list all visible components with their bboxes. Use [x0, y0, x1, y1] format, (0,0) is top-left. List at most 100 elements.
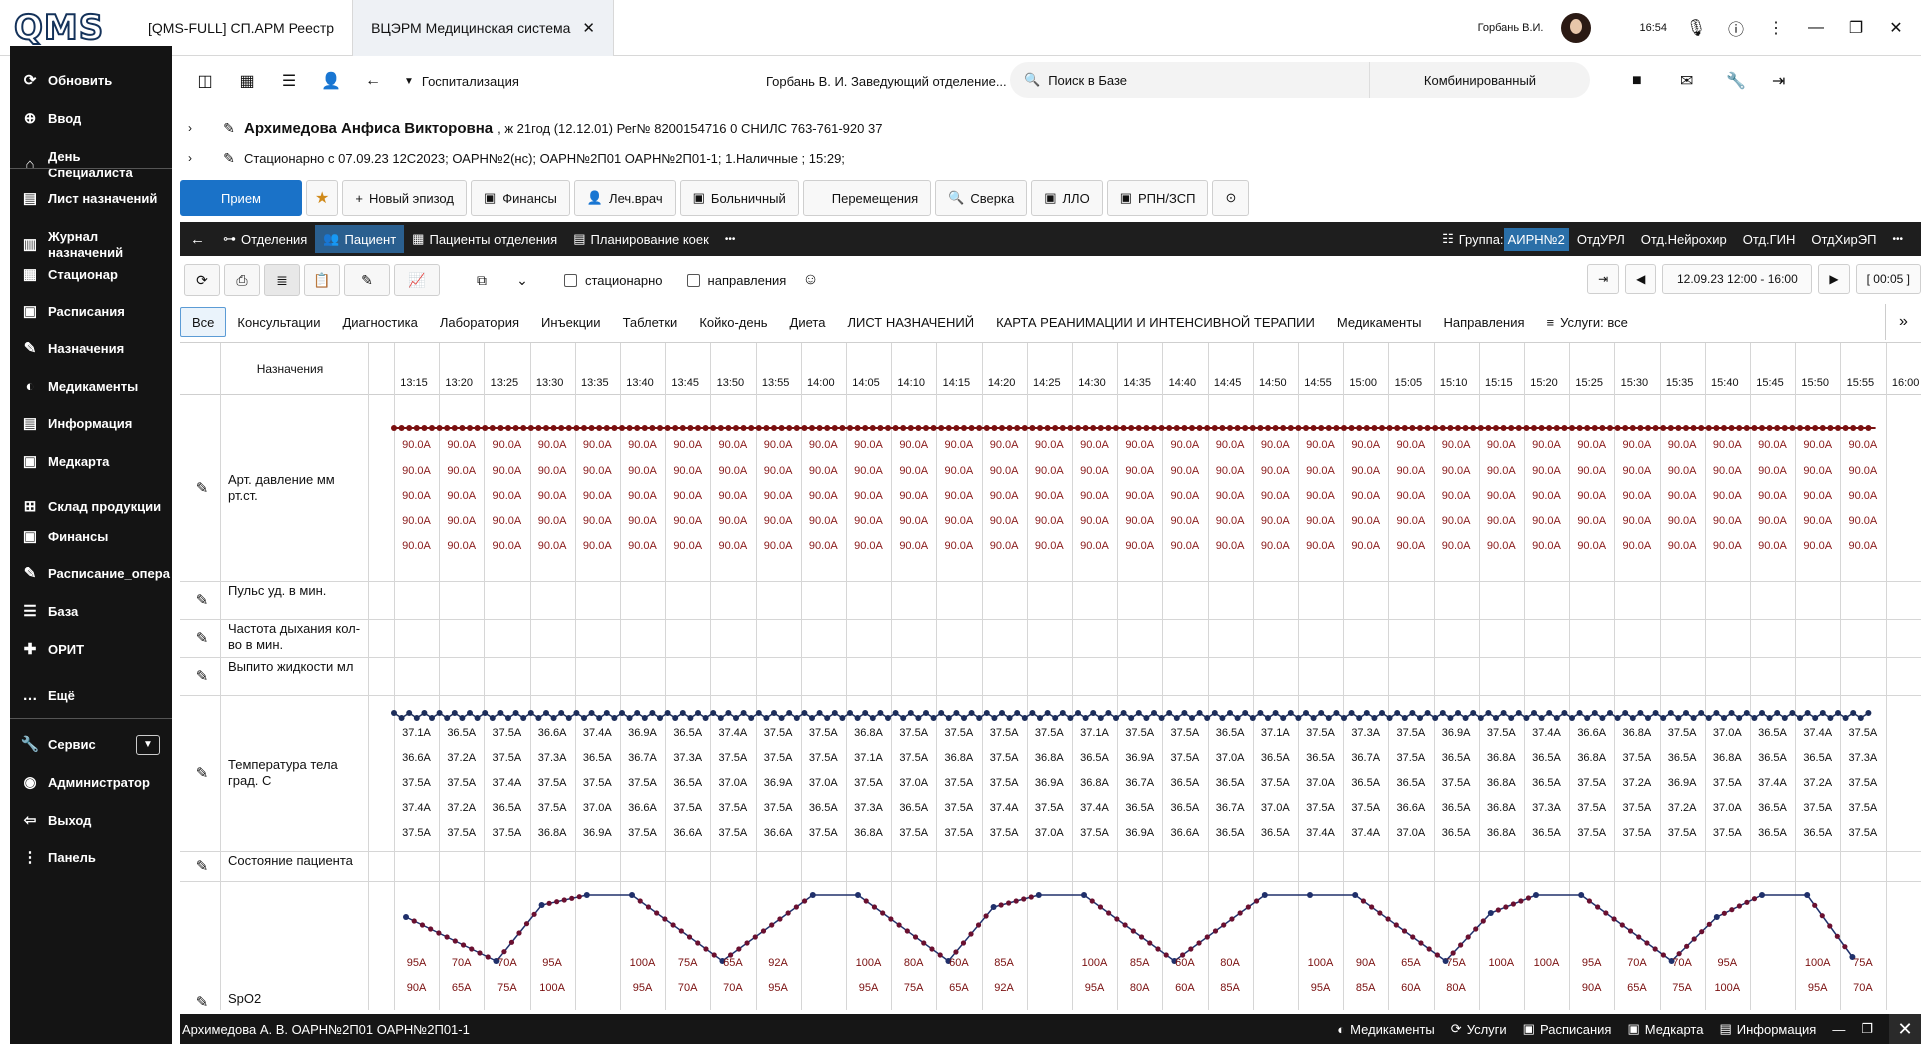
directions-checkbox[interactable]: направления: [686, 273, 786, 288]
stationary-checkbox[interactable]: стационарно: [564, 273, 663, 288]
jump-end-button[interactable]: ⇥: [1587, 264, 1620, 294]
nav-right-more-icon[interactable]: •••: [1884, 225, 1911, 253]
category-tab-8[interactable]: Диета: [779, 307, 837, 337]
new-episode-button[interactable]: + Новый эпизод: [342, 180, 467, 216]
sidebar-item-14[interactable]: ✎ Расписание_опера: [10, 564, 172, 584]
nav-tab-2[interactable]: 👥 Пациент: [315, 225, 405, 253]
close-panel-icon[interactable]: ✕: [1889, 1014, 1921, 1044]
sidebar-item-11[interactable]: ▣ Медкарта: [10, 452, 172, 472]
minimize-icon[interactable]: —: [1805, 19, 1827, 37]
refresh-button[interactable]: ⟳: [184, 264, 220, 296]
grid-icon[interactable]: ▦: [230, 71, 264, 91]
category-tab-5[interactable]: Инъекции: [530, 307, 612, 337]
reconcile-button[interactable]: 🔍 Сверка: [935, 180, 1028, 216]
mail-icon[interactable]: ✉: [1680, 71, 1693, 91]
doctor-label[interactable]: Горбань В. И. Заведующий отделение...: [766, 74, 1007, 89]
sidebar-item-8[interactable]: ✎ Назначения: [10, 339, 172, 359]
sidebar-item-6[interactable]: ▦ Стационар: [10, 265, 172, 285]
category-tab-10[interactable]: КАРТА РЕАНИМАЦИИ И ИНТЕНСИВНОЙ ТЕРАПИИ: [985, 307, 1326, 337]
wrench-icon[interactable]: 🔧: [1726, 71, 1746, 91]
sidebar-item-7[interactable]: ▣ Расписания: [10, 302, 172, 322]
sidebar-item-12[interactable]: ⊞ Склад продукции: [10, 490, 172, 524]
chart-button[interactable]: 📈: [394, 264, 440, 296]
section-dropdown[interactable]: ▼ Госпитализация: [404, 74, 519, 89]
category-tab-3[interactable]: Диагностика: [331, 307, 428, 337]
edit-doc-button[interactable]: ✎: [344, 264, 390, 296]
back-arrow-icon[interactable]: ←: [180, 231, 215, 248]
info-icon[interactable]: ⓘ: [1725, 16, 1747, 40]
dept-link-2[interactable]: Отд.Нейрохир: [1633, 225, 1735, 253]
category-tab-4[interactable]: Лаборатория: [429, 307, 530, 337]
sidebar-item-16[interactable]: ✚ ОРИТ: [10, 640, 172, 660]
list-icon[interactable]: ☰: [272, 71, 306, 91]
panel-toggle-icon[interactable]: ◫: [188, 71, 222, 91]
expand-chevron-icon[interactable]: ›: [188, 121, 202, 135]
group-selector[interactable]: ☷ Группа: АИРН№2: [1442, 227, 1569, 251]
rpn-button[interactable]: ▣ РПН/ЗСП: [1106, 180, 1209, 216]
nav-tab-4[interactable]: ▤ Планирование коек: [565, 225, 717, 253]
sidebar-item-21[interactable]: ⋮ Панель: [10, 848, 172, 868]
sidebar-item-3[interactable]: ⌂ День Специалиста: [10, 148, 172, 182]
nav-tab-1[interactable]: ⊶ Отделения: [215, 225, 315, 253]
sidebar-item-1[interactable]: ⟳ Обновить: [10, 71, 172, 91]
transfers-button[interactable]: Перемещения: [802, 180, 932, 216]
status-link-2[interactable]: ⟳ Услуги: [1451, 1021, 1507, 1037]
copy-dropdown-button[interactable]: ⌄: [504, 264, 540, 296]
sidebar-item-5[interactable]: ▥ Журнал назначений: [10, 228, 172, 262]
doctor-button[interactable]: 👤 Леч.врач: [573, 180, 676, 216]
date-range[interactable]: 12.09.23 12:00 - 16:00: [1662, 264, 1813, 294]
nav-more-icon[interactable]: •••: [717, 225, 744, 253]
category-tab-1[interactable]: Все: [180, 307, 227, 337]
sick-leave-button[interactable]: ▣ Больничный: [679, 180, 799, 216]
logout-icon[interactable]: ⇥: [1772, 71, 1785, 91]
next-period-button[interactable]: ▶: [1818, 264, 1850, 294]
copy-button[interactable]: ⧉: [464, 264, 500, 296]
sidebar-item-13[interactable]: ▣ Финансы: [10, 527, 172, 547]
status-link-5[interactable]: ▤ Информация: [1719, 1021, 1816, 1037]
back-arrow-icon[interactable]: ←: [356, 72, 390, 90]
sidebar-item-9[interactable]: ◐ Медикаменты: [10, 377, 172, 397]
nav-tab-3[interactable]: ▦ Пациенты отделения: [404, 225, 565, 253]
more-tabs-icon[interactable]: »: [1885, 304, 1921, 340]
video-icon[interactable]: ■: [1632, 72, 1642, 90]
face-icon[interactable]: ☺: [802, 271, 818, 289]
sidebar-item-15[interactable]: ☰ База: [10, 602, 172, 622]
dept-link-1[interactable]: ОтдУРЛ: [1569, 225, 1633, 253]
dept-link-3[interactable]: Отд.ГИН: [1735, 225, 1804, 253]
category-tab-12[interactable]: Направления: [1433, 307, 1536, 337]
edit-pencil-icon[interactable]: ✎: [214, 150, 244, 167]
edit-pencil-icon[interactable]: ✎: [214, 120, 244, 137]
status-link-1[interactable]: ◐ Медикаменты: [1337, 1022, 1434, 1037]
service-dropdown-icon[interactable]: ▼: [136, 735, 160, 755]
clipboard-button[interactable]: 📋: [304, 264, 340, 296]
close-tab-icon[interactable]: ✕: [582, 19, 595, 37]
category-tab-6[interactable]: Таблетки: [612, 307, 689, 337]
minimize-panel-icon[interactable]: —: [1832, 1022, 1845, 1037]
list-view-button[interactable]: ≣: [264, 264, 300, 296]
dept-link-4[interactable]: ОтдХирЭП: [1803, 225, 1884, 253]
sidebar-item-20[interactable]: ⇦ Выход: [10, 811, 172, 831]
category-tab-11[interactable]: Медикаменты: [1326, 307, 1433, 337]
status-link-4[interactable]: ▣ Медкарта: [1627, 1021, 1703, 1037]
microphone-icon[interactable]: 🎙: [1685, 18, 1707, 38]
sidebar-item-19[interactable]: ◉ Администратор: [10, 773, 172, 793]
tab-medical-system[interactable]: ВЦЭРМ Медицинская система ✕: [352, 0, 614, 56]
kebab-menu-icon[interactable]: ⋮: [1765, 18, 1787, 38]
avatar[interactable]: [1561, 12, 1592, 43]
llo-button[interactable]: ▣ ЛЛО: [1031, 180, 1103, 216]
favorite-button[interactable]: ★: [306, 180, 339, 216]
reception-button[interactable]: Прием: [180, 180, 302, 216]
maximize-panel-icon[interactable]: ❐: [1861, 1021, 1873, 1037]
category-tab-2[interactable]: Консультации: [226, 307, 331, 337]
finance-button[interactable]: ▣ Финансы: [470, 180, 570, 216]
user-icon[interactable]: 👤: [314, 71, 348, 91]
mode-select[interactable]: Комбинированный: [1370, 73, 1590, 88]
search-input[interactable]: 🔍 Поиск в Базе: [1010, 62, 1370, 98]
status-link-3[interactable]: ▣ Расписания: [1523, 1021, 1612, 1037]
sidebar-item-10[interactable]: ▤ Информация: [10, 414, 172, 434]
sidebar-item-2[interactable]: ⊕ Ввод: [10, 109, 172, 129]
prev-period-button[interactable]: ◀: [1625, 264, 1657, 294]
print-button[interactable]: ⎙: [224, 264, 260, 296]
category-tab-9[interactable]: ЛИСТ НАЗНАЧЕНИЙ: [836, 307, 985, 337]
play-button[interactable]: ⊙: [1212, 180, 1250, 216]
